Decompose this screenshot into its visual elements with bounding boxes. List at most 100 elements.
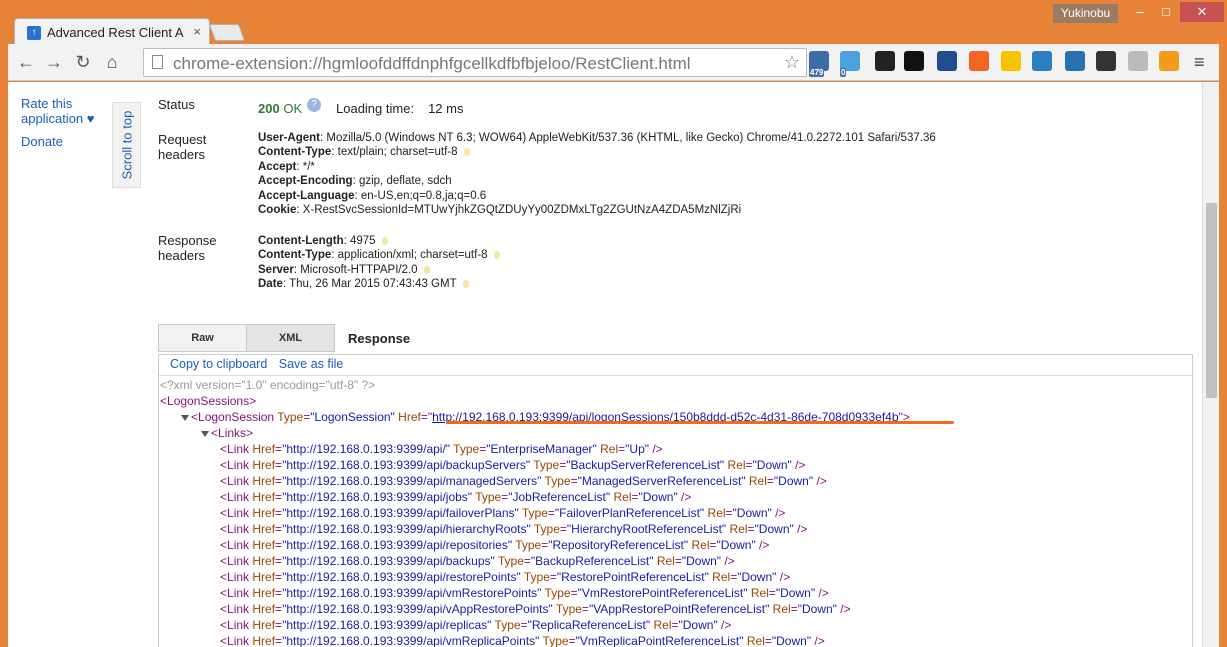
help-icon[interactable]: ? [307,98,321,112]
browser-tab[interactable]: ↑ Advanced Rest Client A × [14,18,210,45]
bookmark-star-icon[interactable]: ☆ [784,52,800,73]
xml-link-line: <Link Href="http://192.168.0.193:9399/ap… [159,553,910,569]
xml-attr-value: "Down" [797,602,837,616]
new-tab-button[interactable] [208,24,246,41]
header-name: Date [258,278,283,291]
page-scrollbar[interactable] [1202,82,1219,647]
key-icon[interactable] [463,148,470,157]
cart-ext-icon[interactable] [969,51,989,71]
back-arrow-icon[interactable]: ← [14,52,38,73]
donate-link[interactable]: Donate [21,134,63,149]
header-value: application/xml; charset=utf-8 [337,249,488,262]
xml-attr-value: "FailoverPlanReferenceList" [554,506,705,520]
xml-bracket: < [220,602,228,616]
xml-bracket: /> [721,554,735,568]
chrome-menu-icon[interactable]: ≡ [1194,52,1205,73]
header-value: */* [302,160,315,173]
tab-close-icon[interactable]: × [193,24,201,39]
maximize-button[interactable]: □ [1153,2,1179,22]
xml-attr-value: "http://192.168.0.193:9399/api/vAppResto… [282,602,553,616]
xml-attr-name: Rel [704,506,726,520]
tab-raw[interactable]: Raw [158,324,247,352]
xml-attr-name: Href [249,506,276,520]
status-code: 200 OK [258,101,302,116]
xml-bracket: < [220,554,228,568]
xml-tag-name: Link [227,458,250,472]
xml-equals: = [709,538,717,552]
key-icon[interactable] [462,280,469,289]
xml-equals: = [671,618,679,632]
share-ext-icon[interactable] [1159,51,1179,71]
xml-bracket: /> [649,442,663,456]
tab-xml[interactable]: XML [246,324,335,352]
xml-link-line: <Link Href="http://192.168.0.193:9399/ap… [159,633,910,647]
xml-bracket: < [160,394,168,408]
xml-bracket: < [220,522,228,536]
xml-bracket: /> [791,458,806,472]
key-icon[interactable] [493,251,500,260]
minimize-button[interactable]: – [1127,2,1153,22]
home-icon[interactable]: ⌂ [100,52,124,73]
key-icon[interactable] [381,236,388,245]
speed-ext-icon[interactable] [1128,51,1148,71]
address-bar[interactable]: chrome-extension://hgmloofddffdnphfgcell… [143,48,807,77]
xml-tag-name: LogonSession [198,410,275,424]
scrollbar-thumb[interactable] [1206,203,1217,398]
xml-equals: = [745,458,753,472]
xml-attr-name: Type [472,490,502,504]
xml-attr-value: "ManagedServerReferenceList" [577,474,746,488]
scroll-to-top-button[interactable]: Scroll to top [112,102,141,188]
color-wheel-ext-icon[interactable] [904,51,924,71]
request-headers-label: Request headers [158,132,207,162]
xml-attr-name: Href [249,602,276,616]
collapse-triangle-icon[interactable] [201,430,209,437]
title-bar: ↑ Advanced Rest Client A × Yukinobu – □ … [0,0,1227,45]
xml-equals: = [520,618,528,632]
xml-attr-name: Rel [769,602,791,616]
analytics-ext-icon[interactable] [937,51,957,71]
response-header-row: Content-Type: application/xml; charset=u… [258,248,500,262]
xml-bracket: /> [771,506,786,520]
browser-toolbar: ← → ↻ ⌂ chrome-extension://hgmloofddffdn… [8,44,1219,81]
collapse-triangle-icon[interactable] [181,414,189,421]
xml-bracket: < [211,426,219,440]
xml-bracket: < [191,410,199,424]
xml-link-line: <Link Href="http://192.168.0.193:9399/ap… [159,601,910,617]
key-icon[interactable] [423,265,430,274]
xml-attr-name: Type [541,474,571,488]
close-window-button[interactable]: ✕ [1180,2,1224,22]
extension-badge: 0 [840,68,847,77]
header-value: X-RestSvcSessionId=MTUwYjhkZGQtZDUyYy00Z… [302,204,742,216]
window-ext-icon[interactable] [1065,51,1085,71]
forward-arrow-icon[interactable]: → [42,52,66,73]
xml-bracket: /> [836,602,851,616]
xml-attr-name: Type [491,618,521,632]
xml-tag-name: Link [227,442,250,456]
film-ext-icon[interactable] [1096,51,1116,71]
save-as-file-link[interactable]: Save as file [279,357,344,371]
xml-equals: = [725,506,733,520]
phone-ext-icon[interactable] [875,51,895,71]
xml-declaration-text: <?xml version="1.0" encoding="utf-8" ?> [160,378,376,392]
xml-bracket: > [249,394,257,408]
header-value: text/plain; charset=utf-8 [337,146,458,159]
browser-window: ↑ Advanced Rest Client A × Yukinobu – □ … [0,0,1227,647]
xml-attr-name: Type [541,586,571,600]
xml-attr-value: "Down" [752,458,792,472]
xml-attr-name: Rel [724,458,746,472]
w-ext-icon[interactable] [1001,51,1021,71]
xml-equals: = [275,490,283,504]
copy-to-clipboard-link[interactable]: Copy to clipboard [170,357,267,371]
twitter-ext-icon[interactable]: 479 [809,51,829,77]
rate-app-link[interactable]: Rate this application ♥ [21,96,111,126]
xml-attr-value: "BackupReferenceList" [530,554,654,568]
xml-attr-value: "http://192.168.0.193:9399/api/" [282,442,451,456]
reload-icon[interactable]: ↻ [71,52,95,73]
xml-equals: = [631,490,639,504]
xml-attr-name: Rel [650,618,672,632]
twitter-bird-ext-icon[interactable]: 0 [840,51,860,77]
xml-attr-value: "http://192.168.0.193:9399/api/jobs" [282,490,473,504]
divider [159,375,1192,376]
it-ext-icon[interactable] [1032,51,1052,71]
profile-badge[interactable]: Yukinobu [1053,4,1118,23]
